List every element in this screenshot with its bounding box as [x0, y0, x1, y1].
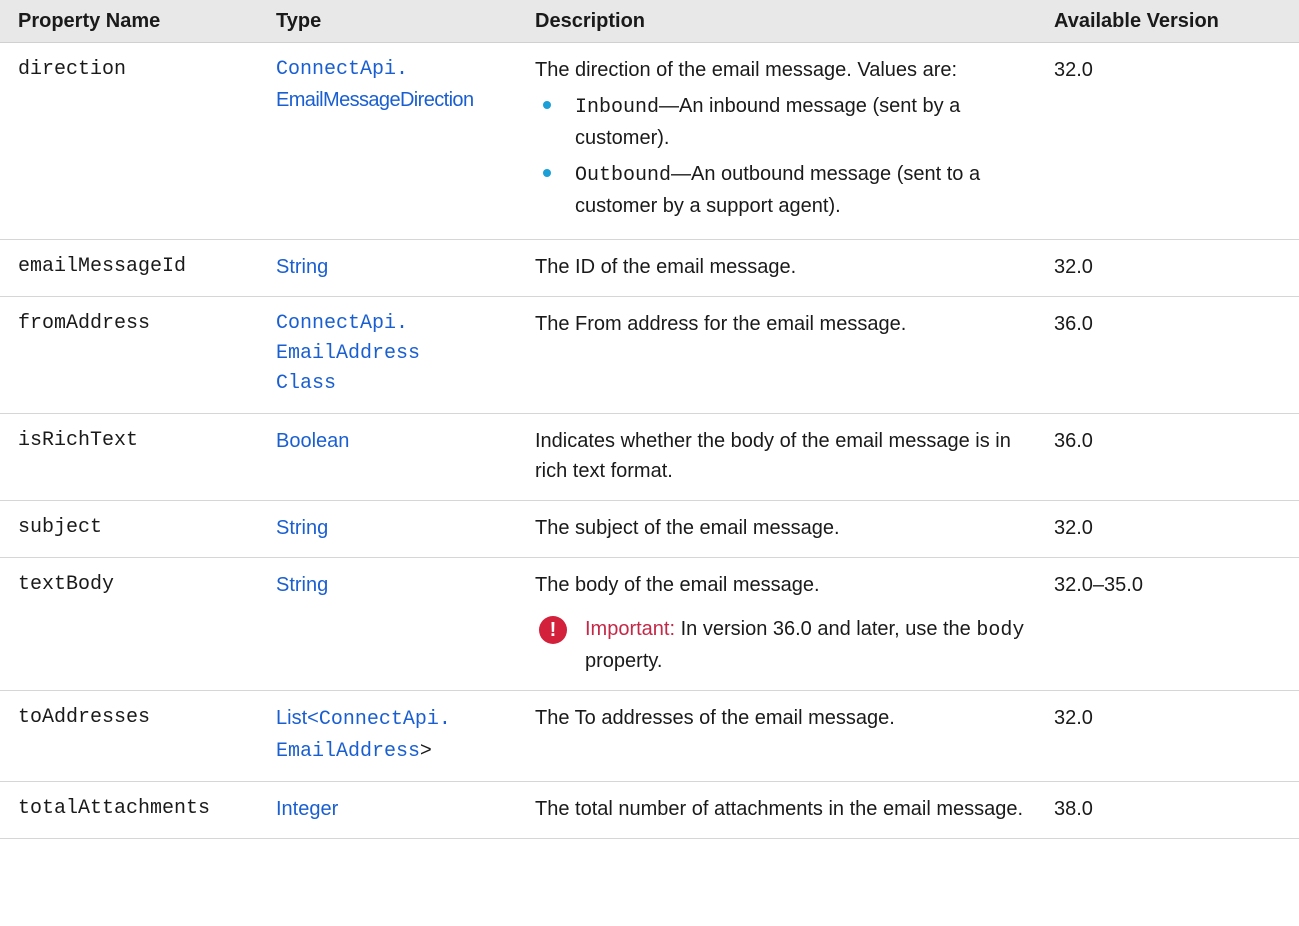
version-cell: 32.0–35.0: [1046, 557, 1299, 691]
description-text: The direction of the email message. Valu…: [535, 59, 958, 81]
type-cell: String: [268, 239, 527, 297]
bullet-icon: [543, 169, 551, 177]
bullet-icon: [543, 101, 551, 109]
values-list: Inbound—An inbound message (sent by a cu…: [535, 91, 1036, 221]
important-icon: !: [539, 616, 567, 644]
type-cell: ConnectApi. EmailAddress Class: [268, 296, 527, 414]
note-body: Important: In version 36.0 and later, us…: [585, 614, 1036, 676]
property-name: textBody: [0, 557, 268, 691]
type-link[interactable]: ConnectApi.: [276, 55, 517, 85]
list-item: Outbound—An outbound message (sent to a …: [535, 159, 1036, 221]
table-row: isRichText Boolean Indicates whether the…: [0, 413, 1299, 501]
version-cell: 32.0: [1046, 239, 1299, 297]
type-link[interactable]: String: [276, 517, 328, 539]
type-link[interactable]: ConnectApi.: [319, 708, 451, 731]
description-cell: The total number of attachments in the e…: [527, 781, 1046, 839]
note-text: In version 36.0 and later, use the: [680, 618, 971, 640]
version-cell: 36.0: [1046, 413, 1299, 501]
description-cell: The To addresses of the email message.: [527, 690, 1046, 782]
type-cell: Integer: [268, 781, 527, 839]
type-suffix: >: [420, 739, 432, 761]
type-link[interactable]: Boolean: [276, 430, 349, 452]
table-row: textBody String The body of the email me…: [0, 557, 1299, 691]
table-row: emailMessageId String The ID of the emai…: [0, 239, 1299, 297]
value-code: Outbound: [575, 164, 672, 187]
table-row: direction ConnectApi. EmailMessageDirect…: [0, 42, 1299, 240]
table-row: totalAttachments Integer The total numbe…: [0, 781, 1299, 839]
table-row: toAddresses List<ConnectApi. EmailAddres…: [0, 690, 1299, 782]
type-link[interactable]: EmailAddress: [276, 740, 420, 763]
type-link[interactable]: List<: [276, 707, 319, 729]
description-cell: The direction of the email message. Valu…: [527, 42, 1046, 240]
version-cell: 38.0: [1046, 781, 1299, 839]
type-cell: Boolean: [268, 413, 527, 501]
property-name: emailMessageId: [0, 239, 268, 297]
property-name: subject: [0, 500, 268, 558]
property-name: toAddresses: [0, 690, 268, 782]
type-link[interactable]: Integer: [276, 798, 338, 820]
header-available-version: Available Version: [1046, 0, 1299, 43]
description-cell: The From address for the email message.: [527, 296, 1046, 414]
important-note: ! Important: In version 36.0 and later, …: [535, 614, 1036, 676]
type-cell: List<ConnectApi. EmailAddress>: [268, 690, 527, 782]
description-cell: The ID of the email message.: [527, 239, 1046, 297]
description-cell: The subject of the email message.: [527, 500, 1046, 558]
version-cell: 32.0: [1046, 500, 1299, 558]
description-cell: The body of the email message. ! Importa…: [527, 557, 1046, 691]
description-text: The body of the email message.: [535, 574, 820, 596]
property-name: fromAddress: [0, 296, 268, 414]
type-link[interactable]: EmailAddress: [276, 339, 517, 369]
type-cell: ConnectApi. EmailMessageDirection: [268, 42, 527, 240]
version-cell: 36.0: [1046, 296, 1299, 414]
type-link[interactable]: String: [276, 574, 328, 596]
properties-table: Property Name Type Description Available…: [0, 0, 1299, 839]
type-cell: String: [268, 500, 527, 558]
header-property-name: Property Name: [0, 0, 268, 43]
property-name: isRichText: [0, 413, 268, 501]
note-label: Important:: [585, 618, 676, 640]
note-code: body: [976, 619, 1025, 642]
value-code: Inbound: [575, 96, 660, 119]
header-description: Description: [527, 0, 1046, 43]
type-link[interactable]: String: [276, 256, 328, 278]
version-cell: 32.0: [1046, 42, 1299, 240]
type-link[interactable]: EmailMessageDirection: [276, 85, 517, 115]
type-link[interactable]: ConnectApi.: [276, 309, 517, 339]
type-link[interactable]: Class: [276, 369, 517, 399]
table-row: fromAddress ConnectApi. EmailAddress Cla…: [0, 296, 1299, 414]
type-cell: String: [268, 557, 527, 691]
property-name: totalAttachments: [0, 781, 268, 839]
header-type: Type: [268, 0, 527, 43]
description-cell: Indicates whether the body of the email …: [527, 413, 1046, 501]
property-name: direction: [0, 42, 268, 240]
list-item: Inbound—An inbound message (sent by a cu…: [535, 91, 1036, 153]
table-row: subject String The subject of the email …: [0, 500, 1299, 558]
note-suffix: property.: [585, 650, 663, 672]
table-header-row: Property Name Type Description Available…: [0, 0, 1299, 43]
version-cell: 32.0: [1046, 690, 1299, 782]
